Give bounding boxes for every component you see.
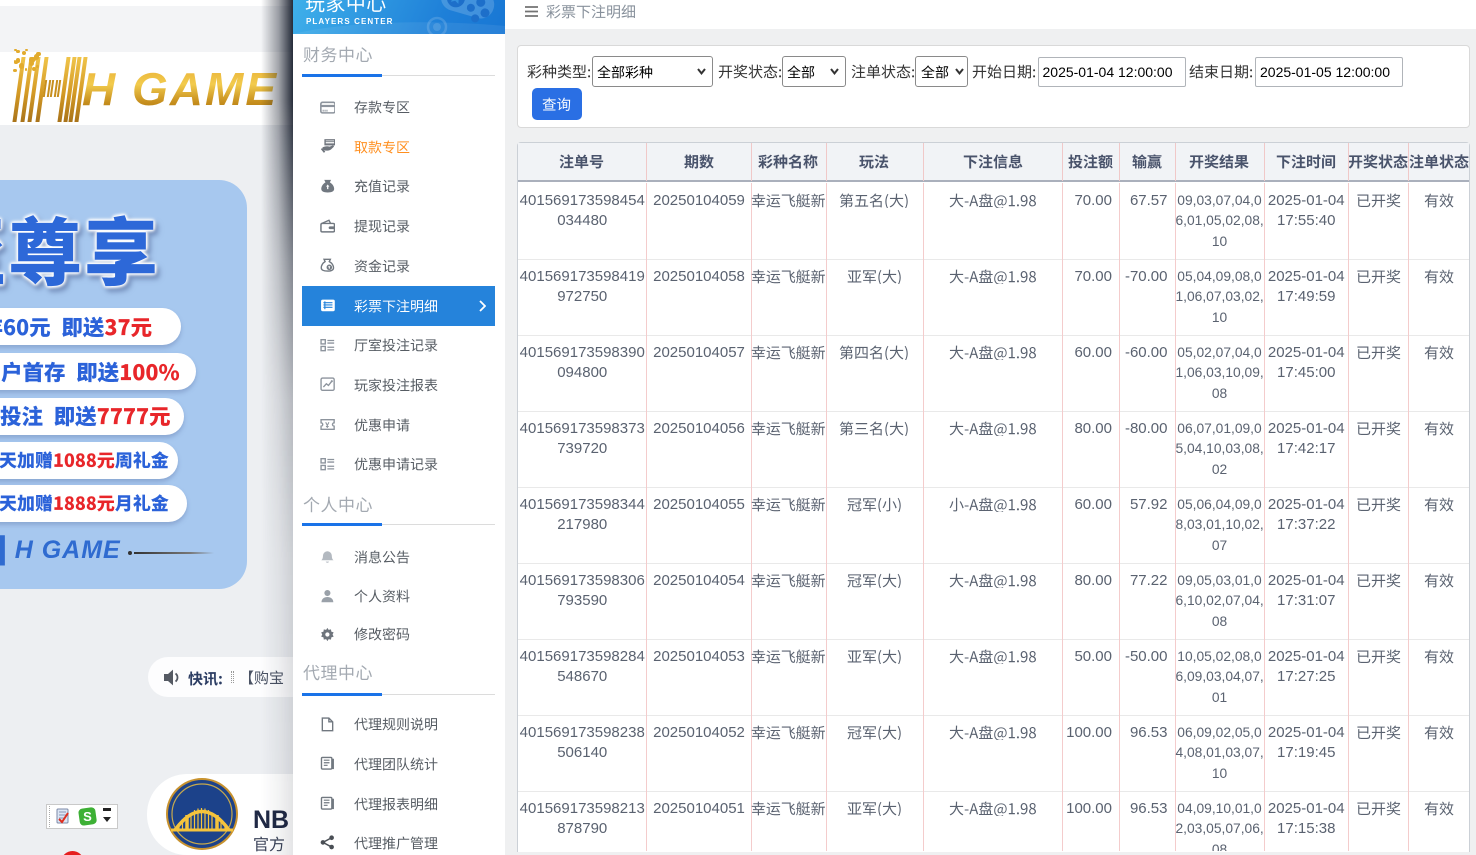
svg-text:S: S bbox=[83, 809, 92, 824]
